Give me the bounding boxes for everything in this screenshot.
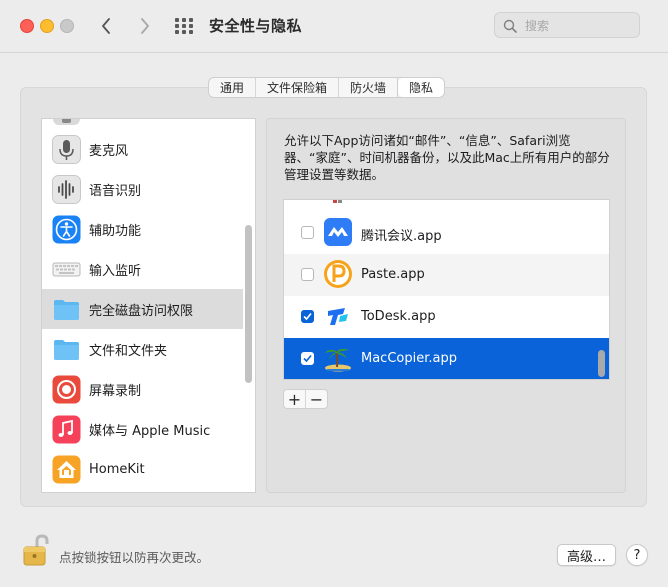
back-button[interactable]	[94, 13, 118, 39]
app-name: MacCopier.app	[361, 351, 457, 366]
music-icon	[52, 415, 81, 444]
app-checkbox[interactable]	[301, 310, 314, 323]
sidebar-item-label: HomeKit	[89, 461, 145, 477]
sidebar-item-media-apple-music[interactable]: 媒体与 Apple Music	[42, 409, 243, 449]
preferences-window: 安全性与隐私 通用 文件保险箱 防火墙 隐私	[0, 0, 668, 587]
show-all-grid-button[interactable]	[174, 16, 194, 36]
app-row-partial	[284, 200, 609, 212]
chevron-right-icon	[141, 18, 149, 34]
sidebar-item-full-disk-access[interactable]: 完全磁盘访问权限	[42, 289, 243, 329]
sidebar-item-label: 媒体与 Apple Music	[89, 423, 211, 439]
app-row-tencent-meeting[interactable]: 腾讯会议.app	[284, 212, 609, 254]
minimize-window-button[interactable]	[40, 19, 54, 33]
tab-general[interactable]: 通用	[209, 78, 257, 97]
chevron-left-icon	[102, 18, 110, 34]
lock-hint: 点按锁按钮以防再次更改。	[59, 550, 210, 565]
app-name: 腾讯会议.app	[361, 229, 442, 244]
sidebar-item-label: 完全磁盘访问权限	[89, 303, 194, 319]
tab-bar: 通用 文件保险箱 防火墙 隐私	[208, 77, 446, 98]
app-row-paste[interactable]: Paste.app	[284, 254, 609, 296]
sidebar-scrollbar[interactable]	[245, 225, 252, 383]
sidebar-item-homekit[interactable]: HomeKit	[42, 449, 243, 489]
zoom-window-button[interactable]	[60, 19, 74, 33]
sidebar-item-label: 麦克风	[89, 143, 129, 159]
lock-open-icon	[23, 534, 49, 566]
search-field[interactable]	[494, 12, 640, 38]
app-name: ToDesk.app	[361, 309, 436, 324]
checkmark-icon	[303, 312, 312, 321]
partial-app-icon	[333, 200, 342, 203]
search-icon	[503, 18, 517, 37]
sidebar-item-accessibility[interactable]: 辅助功能	[42, 209, 243, 249]
lock-button[interactable]	[21, 533, 51, 567]
help-button[interactable]: ?	[626, 544, 648, 566]
paste-icon	[324, 260, 352, 288]
app-checkbox[interactable]	[301, 268, 314, 281]
sidebar-item-input-monitoring[interactable]: 输入监听	[42, 249, 243, 289]
app-checkbox[interactable]	[301, 226, 314, 239]
app-row-todesk[interactable]: ToDesk.app	[284, 296, 609, 338]
search-input[interactable]	[523, 16, 637, 36]
tencent-meeting-icon	[324, 218, 352, 246]
sidebar-item-label: 语音识别	[89, 183, 142, 199]
app-checkbox[interactable]	[301, 352, 314, 365]
tab-firewall[interactable]: 防火墙	[339, 78, 399, 97]
sidebar-item-microphone[interactable]: 麦克风	[42, 129, 243, 169]
sidebar-item-label: 输入监听	[89, 263, 142, 279]
todesk-icon	[328, 308, 348, 325]
checkmark-icon	[303, 354, 312, 363]
folder-icon	[52, 295, 81, 324]
close-window-button[interactable]	[20, 19, 34, 33]
maccopier-icon	[325, 348, 351, 372]
sidebar-item-screen-recording[interactable]: 屏幕录制	[42, 369, 243, 409]
sidebar-item-label: 辅助功能	[89, 223, 142, 239]
access-description: 允许以下App访问诸如“邮件”、“信息”、Safari浏览器、“家庭”、时间机器…	[284, 133, 610, 182]
keyboard-icon	[52, 255, 81, 284]
microphone-icon	[52, 134, 81, 164]
tab-privacy[interactable]: 隐私	[398, 78, 445, 97]
partial-icon	[52, 119, 81, 126]
accessibility-icon	[52, 215, 81, 244]
advanced-button[interactable]: 高级…	[557, 544, 616, 566]
add-app-button[interactable]: +	[284, 390, 306, 409]
grid-icon	[175, 18, 193, 34]
sidebar-item-label: 屏幕录制	[89, 383, 142, 399]
waveform-icon	[52, 174, 81, 204]
home-icon	[52, 455, 81, 484]
app-name: Paste.app	[361, 267, 425, 282]
window-title: 安全性与隐私	[209, 17, 303, 35]
sidebar-item-speech-recognition[interactable]: 语音识别	[42, 169, 243, 209]
folder-icon	[52, 335, 81, 364]
remove-app-button[interactable]: −	[306, 390, 327, 409]
screen-record-icon	[52, 375, 81, 404]
tab-filevault[interactable]: 文件保险箱	[256, 78, 340, 97]
privacy-category-list[interactable]: 麦克风 语音识别 辅助功能 输入监听 完全磁盘访问权限 文件和文件夹 屏幕录制 …	[41, 118, 256, 493]
sidebar-item-label: 文件和文件夹	[89, 343, 168, 359]
title-bar: 安全性与隐私	[0, 0, 668, 53]
add-remove-control: + −	[283, 389, 328, 409]
app-list-scrollbar[interactable]	[598, 350, 605, 377]
app-row-maccopier[interactable]: MacCopier.app	[284, 338, 609, 379]
forward-button[interactable]	[133, 13, 157, 39]
sidebar-item-files-and-folders[interactable]: 文件和文件夹	[42, 329, 243, 369]
app-list[interactable]: 腾讯会议.app Paste.app ToDesk.app MacCopier.…	[283, 199, 610, 380]
